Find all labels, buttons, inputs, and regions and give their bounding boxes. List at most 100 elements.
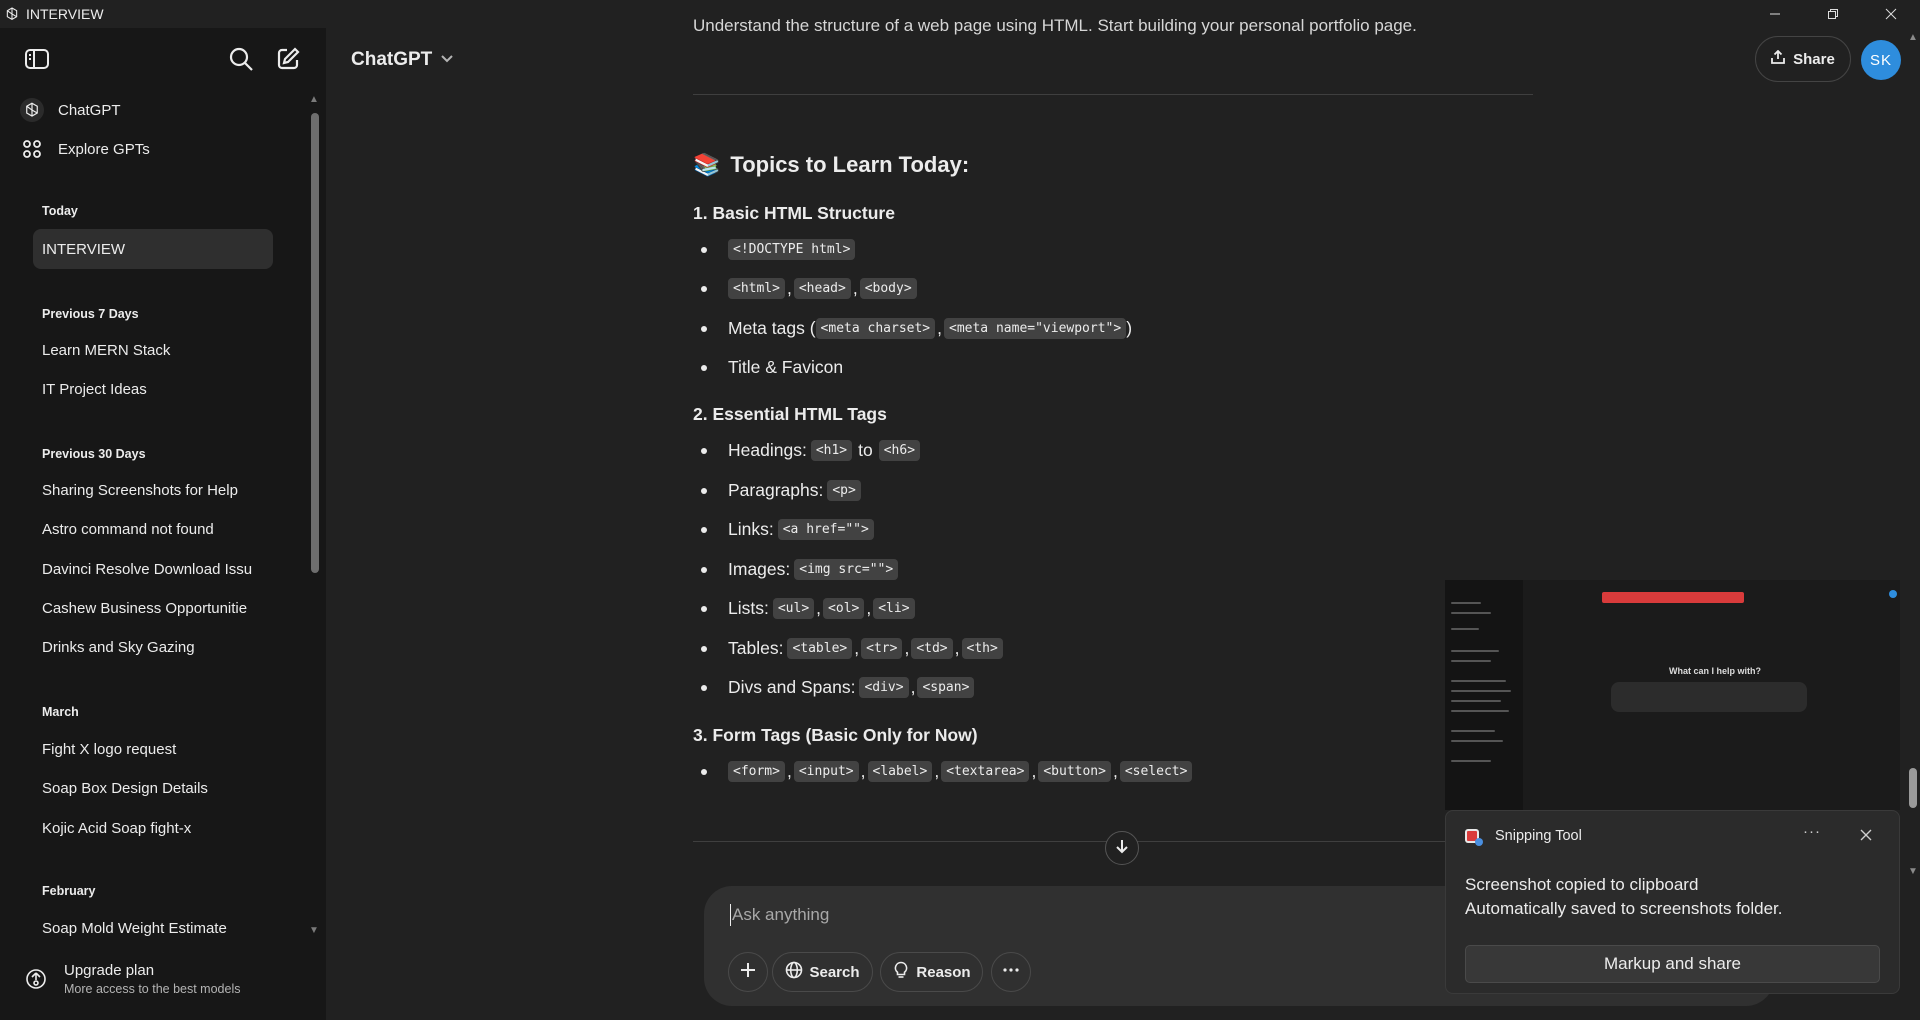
code-span: <select>	[1119, 761, 1193, 782]
section-title-today: Today	[42, 204, 78, 218]
page-scrollbar[interactable]: ▲ ▼	[1906, 30, 1920, 890]
preview-question: What can I help with?	[1669, 666, 1761, 676]
plus-icon	[739, 961, 757, 983]
code-span: <!DOCTYPE html>	[728, 239, 856, 260]
code-span: <td>	[911, 638, 953, 659]
section-heading-basic-structure: 1. Basic HTML Structure	[693, 203, 895, 223]
scroll-down-arrow[interactable]: ▼	[1908, 866, 1918, 877]
code-span: <span>	[917, 677, 975, 698]
chat-item[interactable]: IT Project Ideas	[33, 369, 273, 409]
scrollbar-thumb[interactable]	[1909, 768, 1917, 808]
snipping-tool-notification: Snipping Tool ··· Screenshot copied to c…	[1445, 810, 1900, 994]
chatgpt-logo-icon	[4, 6, 20, 22]
code-span: <head>	[793, 278, 851, 299]
upgrade-icon	[22, 965, 50, 993]
list-item: <!DOCTYPE html>	[700, 239, 856, 260]
section-heading-essential-tags: 2. Essential HTML Tags	[693, 404, 887, 424]
list-text: Paragraphs:	[728, 480, 824, 500]
list-item: Tables: <table>, <tr>, <td>, <th>	[701, 638, 1003, 659]
code-span: <li>	[873, 598, 915, 619]
share-button[interactable]: Share	[1755, 36, 1851, 82]
code-span: <div>	[859, 677, 909, 698]
sidebar-toggle-icon[interactable]	[22, 44, 52, 74]
sidebar-link-label: ChatGPT	[58, 101, 121, 119]
sidebar-link-chatgpt[interactable]: ChatGPT	[20, 94, 121, 126]
preview-line	[1451, 710, 1509, 712]
upgrade-plan-button[interactable]: Upgrade plan More access to the best mod…	[22, 962, 240, 996]
new-chat-icon[interactable]	[273, 44, 303, 74]
list-item: <form>, <input>, <label>, <textarea>, <b…	[700, 761, 1193, 782]
code-span: <p>	[827, 480, 861, 501]
reason-button[interactable]: Reason	[880, 952, 983, 992]
window-controls	[1746, 0, 1920, 28]
chat-item[interactable]: Drinks and Sky Gazing	[33, 627, 273, 667]
restore-button[interactable]	[1804, 0, 1862, 28]
preview-line	[1451, 740, 1503, 742]
chat-item[interactable]: Astro command not found	[33, 509, 273, 549]
chat-item[interactable]: Cashew Business Opportunitie	[33, 588, 273, 628]
search-label: Search	[809, 963, 860, 981]
sidebar-scrollbar[interactable]	[311, 113, 319, 573]
list-text: Divs and Spans:	[728, 677, 856, 697]
sidebar-toolbar	[0, 28, 326, 92]
model-selector[interactable]: ChatGPT	[351, 46, 454, 74]
code-span: <table>	[787, 638, 853, 659]
more-tools-button[interactable]	[991, 952, 1031, 992]
preview-line	[1451, 730, 1495, 732]
chat-item[interactable]: Soap Box Design Details	[33, 768, 273, 808]
code-span: <h6>	[878, 440, 921, 461]
scroll-down-arrow[interactable]: ▼	[309, 925, 319, 936]
list-text: )	[1126, 318, 1133, 338]
books-emoji-icon: 📚	[693, 152, 721, 177]
section-title-previous-30-days: Previous 30 Days	[42, 447, 146, 461]
chat-item[interactable]: Kojic Acid Soap fight-x	[33, 808, 273, 848]
sidebar-link-explore-gpts[interactable]: Explore GPTs	[20, 133, 150, 165]
chat-item[interactable]: Sharing Screenshots for Help	[33, 470, 273, 510]
chat-item[interactable]: Fight X logo request	[33, 729, 273, 769]
code-span: <a href="">	[777, 519, 874, 540]
preview-line	[1451, 602, 1481, 604]
attach-button[interactable]	[728, 952, 768, 992]
chat-item-interview[interactable]: INTERVIEW	[33, 229, 273, 269]
list-item: Images: <img src="">	[700, 559, 899, 580]
preview-line	[1451, 628, 1479, 630]
list-item: Paragraphs: <p>	[701, 480, 861, 501]
close-icon[interactable]	[1856, 825, 1876, 845]
grid-icon	[20, 137, 44, 161]
scroll-up-arrow[interactable]: ▲	[1908, 32, 1918, 43]
preview-composer	[1611, 682, 1807, 712]
preview-line	[1451, 612, 1491, 614]
message-input[interactable]: Ask anything	[732, 905, 829, 925]
preview-line	[1451, 650, 1499, 652]
chat-item[interactable]: Learn MERN Stack	[33, 330, 273, 370]
list-item: Links: <a href="">	[701, 519, 874, 540]
minimize-button[interactable]	[1746, 0, 1804, 28]
avatar[interactable]: SK	[1861, 40, 1901, 80]
share-icon	[1771, 49, 1786, 68]
search-chats-icon[interactable]	[226, 44, 256, 74]
section-title-previous-7-days: Previous 7 Days	[42, 307, 139, 321]
preview-avatar	[1889, 590, 1897, 598]
chat-item[interactable]: Davinci Resolve Download Issu	[33, 549, 273, 589]
scroll-up-arrow[interactable]: ▲	[309, 94, 319, 105]
notification-body: Automatically saved to screenshots folde…	[1465, 899, 1783, 918]
screenshot-preview[interactable]: What can I help with?	[1445, 580, 1900, 810]
list-text: to	[858, 440, 873, 460]
preview-red-banner	[1602, 592, 1744, 603]
close-window-button[interactable]	[1862, 0, 1920, 28]
markup-and-share-button[interactable]: Markup and share	[1465, 945, 1880, 983]
notification-more-button[interactable]: ···	[1803, 823, 1821, 840]
chat-item[interactable]: Soap Mold Weight Estimate	[33, 908, 273, 948]
preview-line	[1451, 660, 1491, 662]
code-span: <ul>	[772, 598, 815, 619]
more-horizontal-icon	[1002, 961, 1020, 983]
code-span: <h1>	[810, 440, 853, 461]
notification-title: Screenshot copied to clipboard	[1465, 875, 1699, 894]
search-button[interactable]: Search	[772, 952, 873, 992]
model-name: ChatGPT	[351, 49, 433, 70]
code-span: <img src="">	[794, 559, 899, 580]
preview-line	[1451, 690, 1511, 692]
scroll-to-bottom-button[interactable]	[1105, 831, 1139, 865]
code-span: <html>	[728, 278, 785, 299]
snipping-tool-icon	[1464, 827, 1484, 847]
